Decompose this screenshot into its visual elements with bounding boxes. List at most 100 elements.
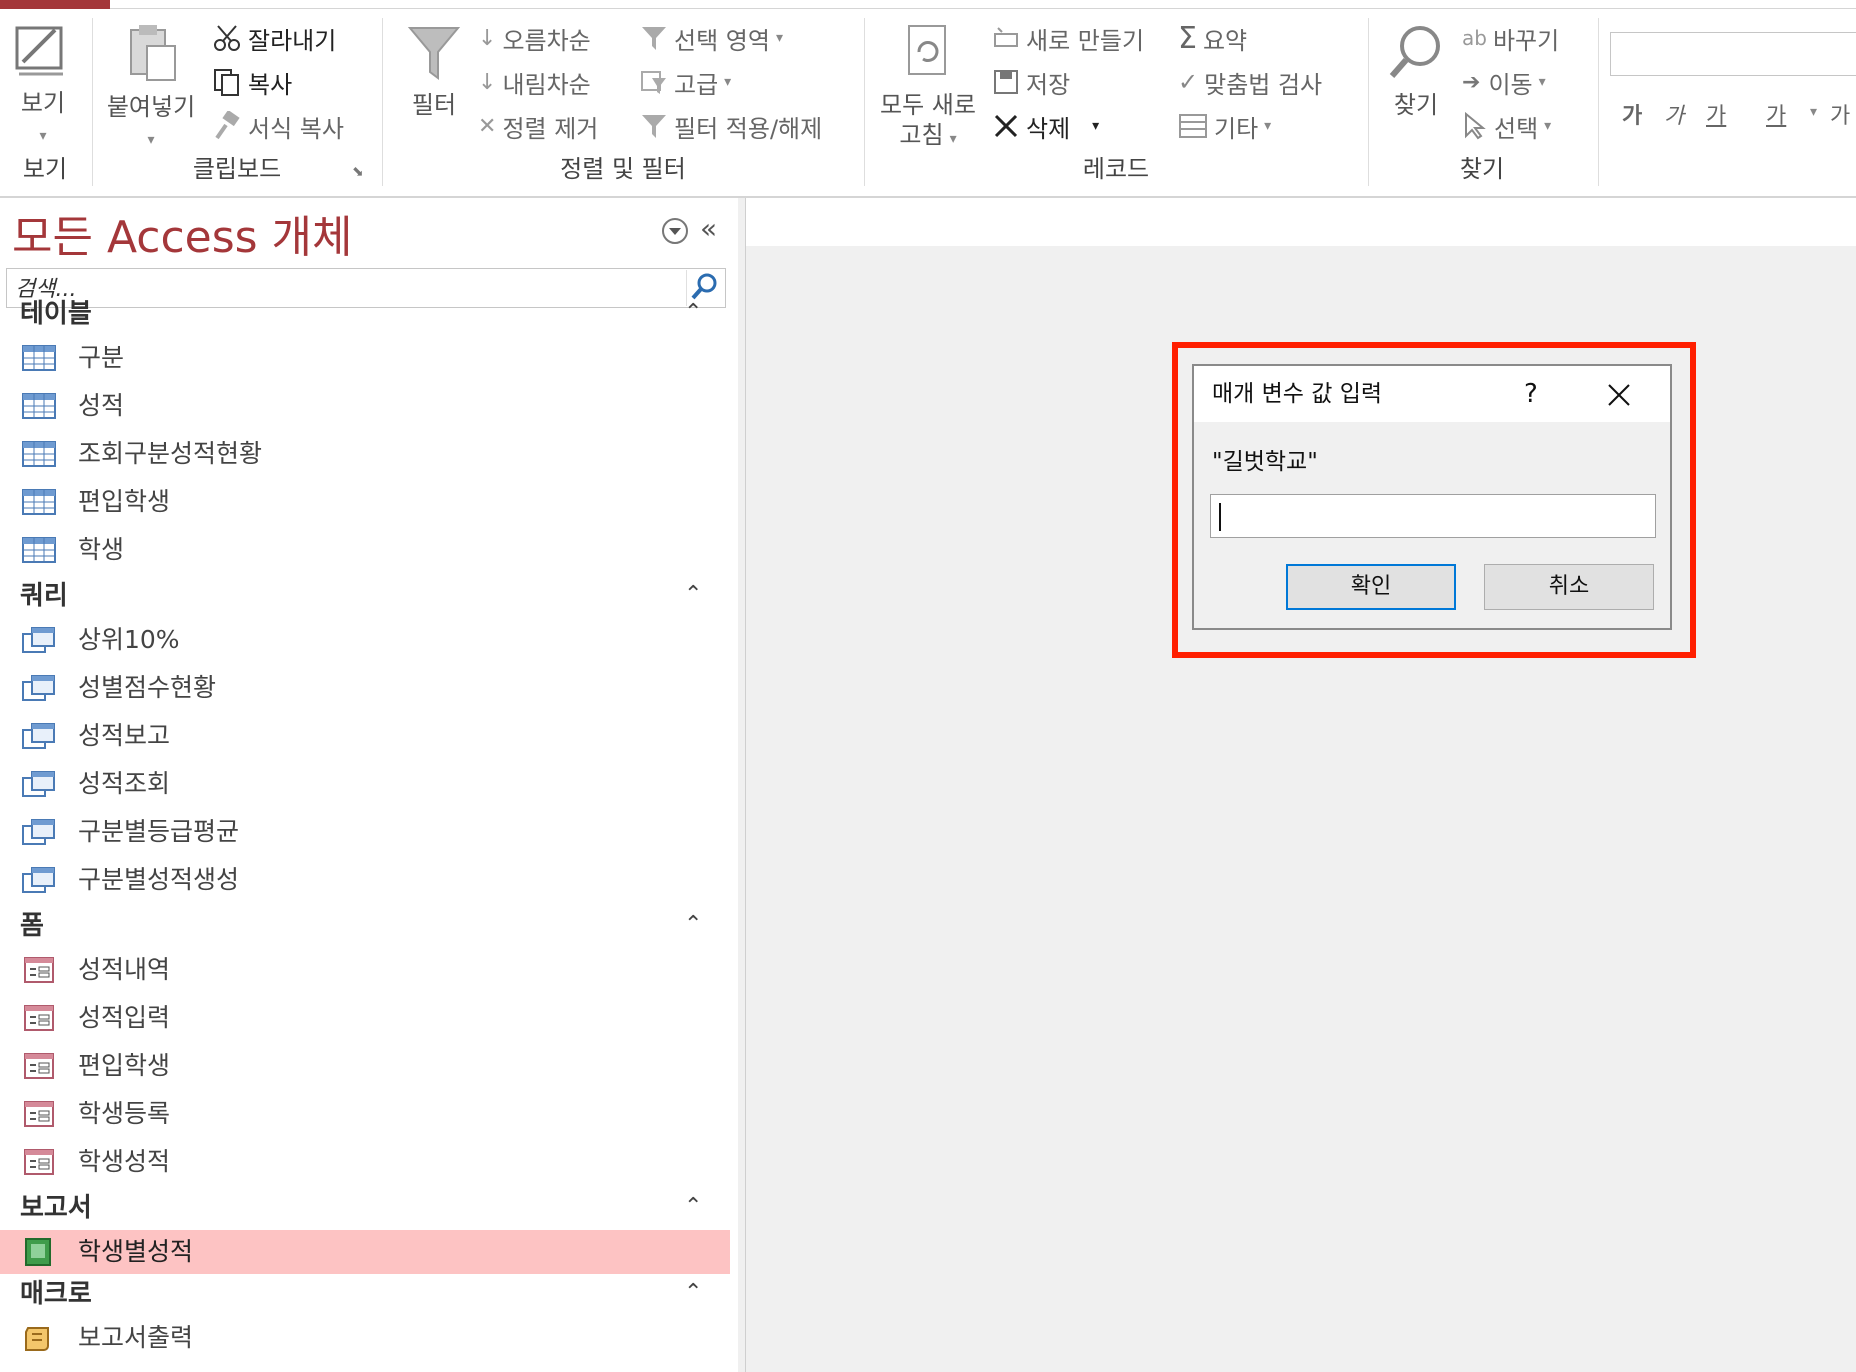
sort-descending-button[interactable]: ↓ 내림차순 [478, 62, 591, 102]
nav-item[interactable]: 보고서출력 [0, 1316, 730, 1360]
nav-group-queries[interactable]: 쿼리 ⌃ [0, 576, 738, 616]
chevron-down-icon: ▾ [775, 30, 783, 46]
group-find: 찾기 ab 바꾸기 ➔ 이동 ▾ 선택 ▾ 찾기 [1370, 14, 1594, 190]
font-name-box[interactable] [1610, 32, 1856, 76]
delete-record-button[interactable]: 삭제 ▾ [992, 106, 1099, 146]
delete-record-label: 삭제 [1026, 114, 1071, 143]
filter-button[interactable]: 필터 [394, 22, 474, 120]
advanced-filter-button[interactable]: 고급 ▾ [640, 62, 731, 102]
cut-button[interactable]: 잘라내기 [212, 18, 336, 58]
parameter-value-input[interactable] [1215, 497, 1649, 535]
funnel-icon [407, 27, 461, 80]
more-label: 기타 [1214, 114, 1259, 143]
brush-icon [215, 111, 240, 140]
nav-item[interactable]: 성적내역 [0, 948, 730, 992]
query-icon [22, 674, 56, 702]
nav-item[interactable]: 학생 [0, 528, 730, 572]
chevron-up-icon[interactable]: ⌃ [684, 1278, 702, 1308]
dialog-launcher-icon[interactable]: ⬊ [352, 164, 364, 180]
spelling-button[interactable]: ✓ 맞춤법 검사 [1178, 62, 1322, 102]
nav-item[interactable]: 편입학생 [0, 480, 730, 524]
toggle-filter-button[interactable]: 필터 적용/해제 [640, 106, 822, 146]
nav-item[interactable]: 편입학생 [0, 1044, 730, 1088]
replace-button[interactable]: ab 바꾸기 [1462, 18, 1559, 58]
selection-filter-button[interactable]: 선택 영역 ▾ [640, 18, 783, 58]
arrow-right-icon: ➔ [1462, 69, 1481, 95]
group-clipboard: 붙여넣기 ▾ 잘라내기 복사 서식 복사 클립보드 ⬊ [94, 14, 380, 190]
view-button[interactable]: 보기 ▾ [8, 22, 78, 146]
nav-item[interactable]: 성적보고 [0, 714, 730, 758]
pane-splitter[interactable] [738, 198, 746, 1372]
advanced-filter-icon [641, 71, 666, 94]
chevron-down-icon: ▾ [147, 132, 155, 148]
find-button[interactable]: 찾기 [1378, 22, 1454, 120]
nav-item-label: 성적 [78, 391, 125, 420]
nav-item[interactable]: 구분별성적생성 [0, 858, 730, 902]
refresh-all-button[interactable]: 모두 새로 고침 ▾ [874, 22, 982, 154]
group-separator [382, 18, 383, 186]
nav-item[interactable]: 구분별등급평균 [0, 810, 730, 854]
nav-pane-title[interactable]: 모든 Access 개체 [12, 210, 353, 266]
nav-item[interactable]: 구분 [0, 336, 730, 380]
close-icon[interactable] [1606, 382, 1632, 408]
bold-button[interactable]: 가 [1622, 98, 1642, 130]
nav-item[interactable]: 조회구분성적현황 [0, 432, 730, 476]
copy-button[interactable]: 복사 [212, 62, 292, 102]
nav-item[interactable]: 학생등록 [0, 1092, 730, 1136]
nav-item[interactable]: 성적 [0, 384, 730, 428]
sort-ascending-button[interactable]: ↓ 오름차순 [478, 18, 591, 58]
nav-group-forms[interactable]: 폼 ⌃ [0, 906, 738, 946]
nav-item-label: 학생별성적 [78, 1237, 194, 1266]
refresh-all-label-line1: 모두 새로 [880, 91, 976, 119]
paste-button[interactable]: 붙여넣기 ▾ [106, 22, 196, 150]
totals-button[interactable]: Σ 요약 [1178, 18, 1247, 58]
view-icon [15, 26, 63, 76]
query-icon [22, 818, 56, 846]
dialog-titlebar[interactable]: 매개 변수 값 입력 ? [1194, 366, 1670, 422]
font-color-button[interactable]: 가 [1766, 98, 1786, 130]
refresh-icon [908, 25, 946, 75]
goto-button[interactable]: ➔ 이동 ▾ [1462, 62, 1546, 102]
save-record-button[interactable]: 저장 [992, 62, 1070, 102]
form-icon [22, 1100, 56, 1128]
more-button[interactable]: 기타 ▾ [1178, 106, 1271, 146]
italic-button[interactable]: 가 [1664, 98, 1684, 130]
underline-button[interactable]: 가 [1706, 98, 1726, 130]
cancel-button[interactable]: 취소 [1484, 564, 1654, 610]
sort-ascending-icon: ↓ [478, 25, 497, 51]
nav-item[interactable]: 성적입력 [0, 996, 730, 1040]
chevron-up-icon[interactable]: ⌃ [684, 910, 702, 940]
chevron-down-icon[interactable]: ▾ [1810, 104, 1817, 120]
nav-item-label: 구분별등급평균 [78, 817, 240, 846]
nav-group-reports[interactable]: 보고서 ⌃ [0, 1188, 738, 1228]
nav-item[interactable]: 상위10% [0, 618, 730, 662]
chevron-up-icon[interactable]: ⌃ [684, 580, 702, 610]
nav-item[interactable]: 성별점수현황 [0, 666, 730, 710]
nav-group-label: 쿼리 [20, 581, 68, 611]
nav-item-label: 구분별성적생성 [78, 865, 240, 894]
format-painter-button[interactable]: 서식 복사 [212, 106, 344, 146]
find-label: 찾기 [1393, 91, 1439, 119]
nav-group-macros[interactable]: 매크로 ⌃ [0, 1274, 738, 1314]
chevron-up-icon[interactable]: ⌃ [684, 298, 702, 328]
remove-sort-button[interactable]: ✕ 정렬 제거 [478, 106, 598, 146]
help-button[interactable]: ? [1524, 366, 1538, 422]
selection-filter-icon [642, 27, 666, 50]
nav-item[interactable]: 학생성적 [0, 1140, 730, 1184]
nav-item[interactable]: 성적조회 [0, 762, 730, 806]
chevron-up-icon[interactable]: ⌃ [684, 1192, 702, 1222]
nav-item[interactable]: 학생별성적 [0, 1230, 730, 1274]
nav-group-tables[interactable]: 테이블 ⌃ [0, 294, 738, 334]
new-record-label: 새로 만들기 [1026, 26, 1145, 55]
nav-group-label: 폼 [20, 911, 44, 941]
new-record-button[interactable]: 새로 만들기 [992, 18, 1144, 58]
ok-button[interactable]: 확인 [1286, 564, 1456, 610]
collapse-pane-icon[interactable]: « [700, 214, 717, 244]
select-button[interactable]: 선택 ▾ [1462, 106, 1551, 146]
nav-menu-chevron-icon[interactable] [660, 216, 690, 246]
highlight-button[interactable]: 가 [1830, 98, 1850, 130]
spelling-check-icon: ✓ [1178, 68, 1199, 96]
file-tab[interactable] [0, 0, 110, 9]
sort-ascending-label: 오름차순 [502, 26, 591, 55]
chevron-down-icon: ▾ [724, 74, 732, 90]
